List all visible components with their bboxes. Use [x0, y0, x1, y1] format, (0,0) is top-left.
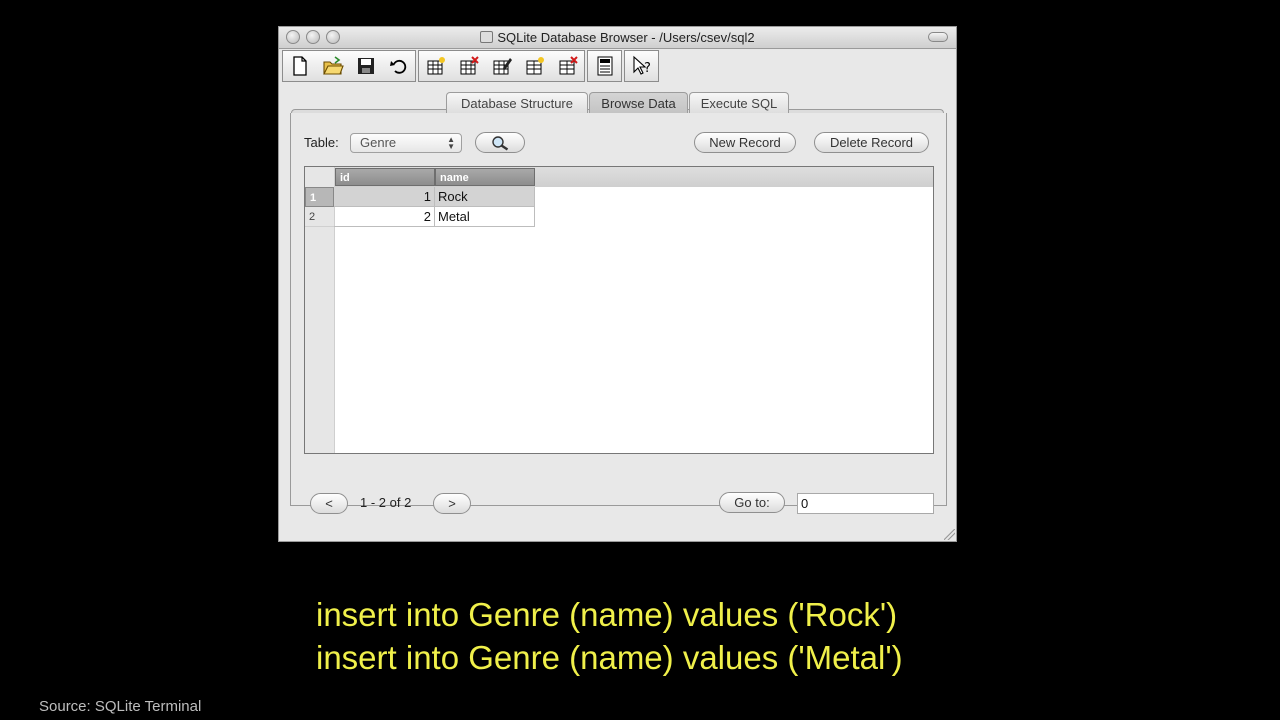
go-to-input[interactable]: 0: [797, 493, 934, 514]
table-select[interactable]: Genre ▲ ▼: [350, 133, 462, 153]
log-icon: [597, 56, 612, 76]
new-record-button[interactable]: New Record: [694, 132, 796, 153]
delete-table-button[interactable]: [452, 51, 485, 81]
create-table-icon: [427, 57, 445, 75]
table-cell-id[interactable]: 2: [334, 207, 435, 227]
toolbar-toggle-button[interactable]: [928, 32, 948, 42]
record-range: 1 - 2 of 2: [360, 495, 412, 510]
toolbar-group-table: [418, 50, 585, 82]
delete-index-button[interactable]: [551, 51, 584, 81]
table-cell-id[interactable]: 1: [334, 187, 435, 207]
table-cell-name[interactable]: Rock: [435, 187, 535, 207]
app-window: SQLite Database Browser - /Users/csev/sq…: [278, 26, 957, 542]
database-icon: [480, 31, 494, 43]
caption-line-1: insert into Genre (name) values ('Rock'): [316, 596, 898, 633]
delete-record-button[interactable]: Delete Record: [814, 132, 929, 153]
undo-button[interactable]: [382, 51, 415, 81]
new-file-icon: [292, 56, 307, 76]
go-to-button[interactable]: Go to:: [719, 492, 785, 513]
search-button[interactable]: [475, 132, 525, 153]
table-select-value: Genre: [360, 135, 397, 150]
delete-index-icon: [559, 56, 578, 75]
data-grid[interactable]: id name 1 1 Rock 2 2 Metal: [304, 166, 934, 454]
create-index-icon: [526, 57, 544, 75]
browse-data-panel: Table: Genre ▲ ▼ New Record Delete Record…: [290, 113, 947, 514]
resize-grip-icon[interactable]: [944, 529, 955, 540]
whats-this-icon: ?: [632, 55, 651, 76]
updown-arrows-icon: ▲ ▼: [447, 135, 455, 151]
save-button[interactable]: [349, 51, 382, 81]
toolbar-group-help: ?: [624, 50, 659, 82]
modify-table-icon: [493, 58, 512, 75]
save-icon: [357, 58, 374, 74]
row-header[interactable]: 2: [305, 207, 334, 227]
column-header-id[interactable]: id: [335, 168, 435, 186]
undo-icon: [389, 59, 406, 74]
svg-text:?: ?: [644, 61, 651, 76]
row-header[interactable]: 1: [305, 187, 334, 207]
column-header-name[interactable]: name: [435, 168, 535, 186]
magnifier-icon: [492, 135, 509, 150]
modify-table-button[interactable]: [485, 51, 518, 81]
new-file-button[interactable]: [283, 51, 316, 81]
previous-page-button[interactable]: <: [310, 493, 348, 514]
toolbar: ?: [282, 50, 661, 82]
log-button[interactable]: [588, 51, 621, 81]
table-label: Table:: [304, 135, 339, 150]
create-index-button[interactable]: [518, 51, 551, 81]
create-table-button[interactable]: [419, 51, 452, 81]
table-cell-name[interactable]: Metal: [435, 207, 535, 227]
tab-browse-data[interactable]: Browse Data: [589, 92, 688, 113]
source-credit: Source: SQLite Terminal: [39, 698, 202, 715]
window-title: SQLite Database Browser - /Users/csev/sq…: [279, 30, 956, 45]
caption-line-2: insert into Genre (name) values ('Metal'…: [316, 639, 903, 676]
delete-table-icon: [460, 56, 479, 75]
tab-database-structure[interactable]: Database Structure: [446, 92, 588, 113]
tab-execute-sql[interactable]: Execute SQL: [689, 92, 789, 113]
open-file-button[interactable]: [316, 51, 349, 81]
toolbar-group-file: [282, 50, 416, 82]
title-bar: SQLite Database Browser - /Users/csev/sq…: [279, 27, 956, 49]
toolbar-group-log: [587, 50, 622, 82]
open-folder-icon: [322, 56, 344, 75]
next-page-button[interactable]: >: [433, 493, 471, 514]
whats-this-button[interactable]: ?: [625, 51, 658, 81]
